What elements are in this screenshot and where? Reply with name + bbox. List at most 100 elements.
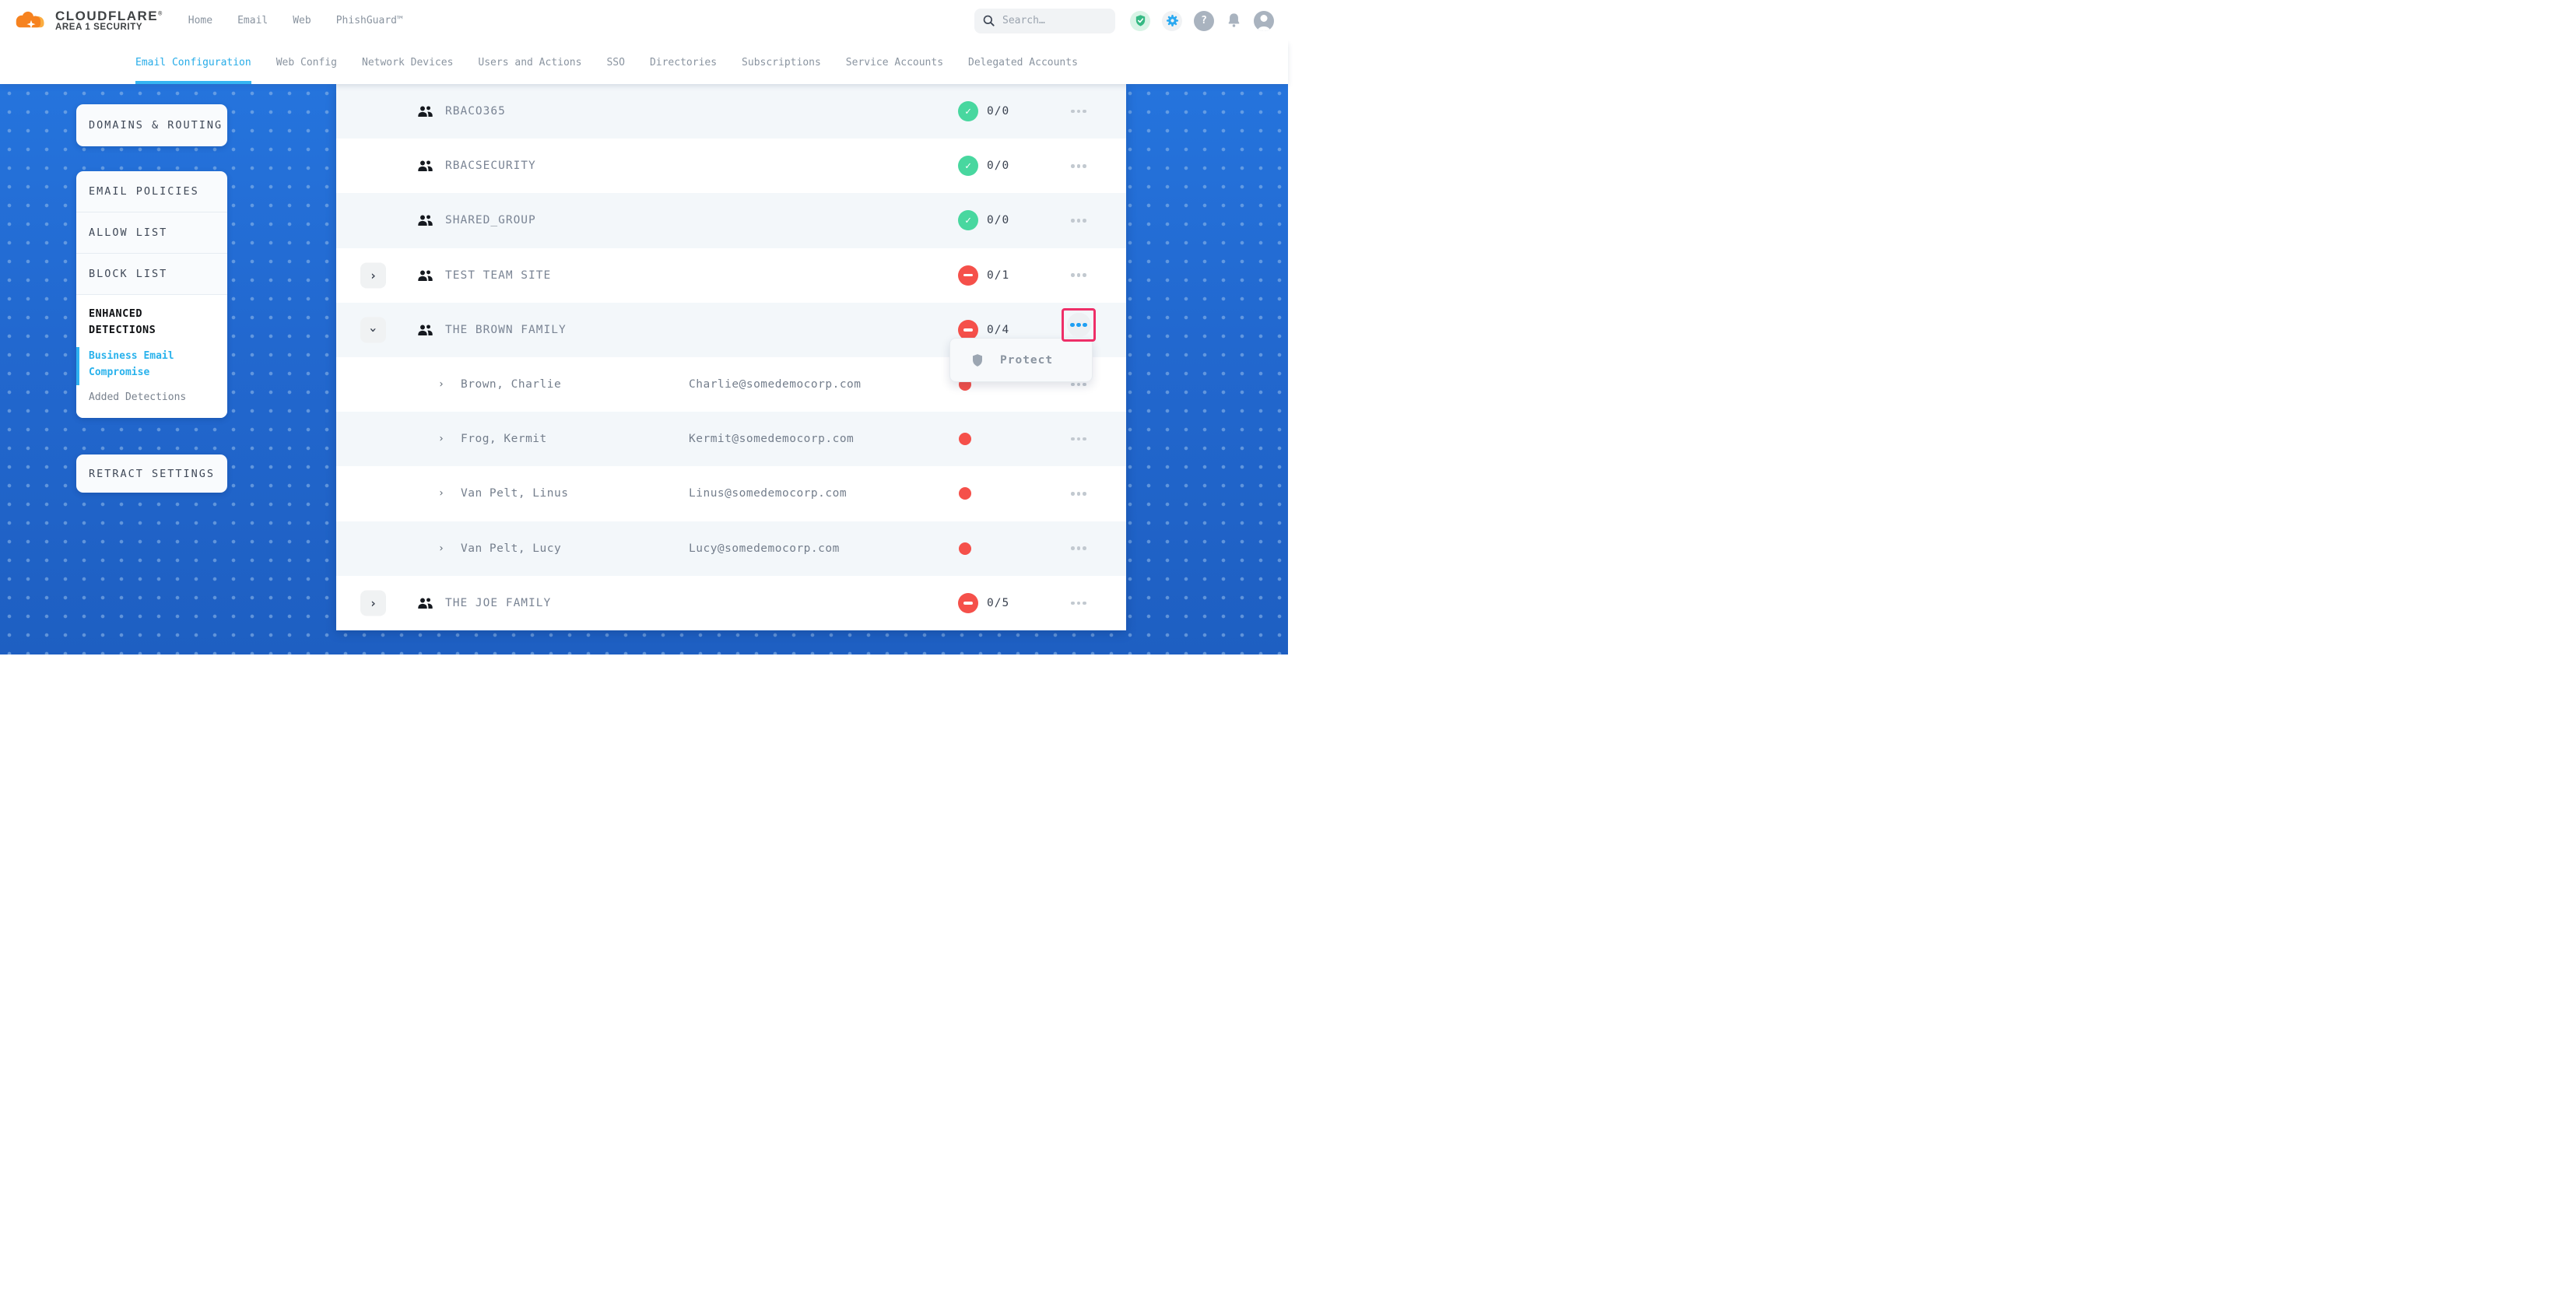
member-email: Charlie@somedemocorp.com — [689, 378, 862, 391]
group-name: RBACO365 — [445, 105, 506, 118]
tab-subscriptions[interactable]: Subscriptions — [742, 41, 821, 84]
sidebar-item-retract-settings[interactable]: RETRACT SETTINGS — [76, 454, 227, 493]
brand-subtitle: AREA 1 SECURITY — [55, 23, 163, 32]
group-name: THE JOE FAMILY — [445, 597, 551, 609]
chevron-right-icon: › — [370, 595, 377, 610]
enhanced-detections-title[interactable]: ENHANCED DETECTIONS — [89, 306, 190, 339]
search-box[interactable] — [974, 9, 1115, 33]
collapse-row-button[interactable]: › — [360, 317, 386, 342]
row-actions-button[interactable] — [1066, 591, 1091, 616]
tab-web-config[interactable]: Web Config — [276, 41, 337, 84]
tab-network-devices[interactable]: Network Devices — [362, 41, 453, 84]
settings-tab-bar: Email Configuration Web Config Network D… — [0, 41, 1288, 84]
nav-home[interactable]: Home — [188, 15, 212, 26]
tab-email-configuration[interactable]: Email Configuration — [135, 41, 251, 84]
status-protected-badge: ✓ — [958, 156, 978, 176]
sidebar-item-email-policies[interactable]: EMAIL POLICIES — [76, 171, 227, 212]
group-icon — [417, 268, 433, 282]
tab-users-and-actions[interactable]: Users and Actions — [478, 41, 581, 84]
search-icon — [982, 14, 995, 27]
chevron-right-icon: › — [438, 433, 444, 445]
tab-delegated-accounts[interactable]: Delegated Accounts — [968, 41, 1078, 84]
group-icon — [417, 214, 433, 227]
table-row: RBACSECURITY ✓ 0/0 — [336, 139, 1126, 193]
gear-icon[interactable] — [1162, 11, 1182, 31]
cloudflare-logo[interactable]: CLOUDFLARE® AREA 1 SECURITY — [14, 9, 163, 33]
tab-directories[interactable]: Directories — [650, 41, 717, 84]
protected-count: 0/0 — [987, 214, 1009, 226]
help-icon[interactable]: ? — [1194, 11, 1214, 31]
sidebar-item-block-list[interactable]: BLOCK LIST — [76, 254, 227, 295]
sidebar-policies-card: EMAIL POLICIES ALLOW LIST BLOCK LIST ENH… — [76, 171, 227, 418]
table-row: › TEST TEAM SITE 0/1 — [336, 248, 1126, 303]
sidebar-item-allow-list[interactable]: ALLOW LIST — [76, 212, 227, 254]
menu-item-protect[interactable]: Protect — [1000, 354, 1053, 367]
chevron-right-icon: › — [438, 542, 444, 554]
chevron-down-icon: › — [366, 326, 381, 334]
row-actions-button[interactable] — [1066, 481, 1091, 506]
status-unprotected-dot — [959, 542, 971, 555]
group-name: SHARED_GROUP — [445, 214, 536, 226]
bell-icon[interactable] — [1226, 12, 1242, 30]
status-protected-badge: ✓ — [958, 101, 978, 121]
group-name: RBACSECURITY — [445, 160, 536, 172]
active-indicator-bar — [76, 347, 79, 385]
check-icon: ✓ — [965, 106, 971, 118]
nav-web[interactable]: Web — [293, 15, 311, 26]
row-actions-button[interactable] — [1066, 99, 1091, 124]
row-actions-button-active[interactable] — [1067, 313, 1091, 337]
member-name: Van Pelt, Linus — [461, 487, 568, 500]
expand-row-button[interactable]: › — [360, 590, 386, 616]
table-row: SHARED_GROUP ✓ 0/0 — [336, 193, 1126, 247]
shield-check-icon[interactable] — [1130, 11, 1150, 31]
protected-count: 0/0 — [987, 160, 1009, 172]
brand-title: CLOUDFLARE® — [55, 9, 163, 23]
primary-nav: Home Email Web PhishGuard™ — [188, 15, 403, 26]
table-row: › Van Pelt, Linus Linus@somedemocorp.com — [336, 466, 1126, 521]
member-email: Lucy@somedemocorp.com — [689, 542, 840, 555]
group-icon — [417, 105, 433, 118]
nav-phishguard[interactable]: PhishGuard™ — [336, 15, 403, 26]
chevron-right-icon: › — [438, 379, 444, 391]
sidebar-item-domains-routing[interactable]: DOMAINS & ROUTING — [76, 104, 227, 146]
group-name: TEST TEAM SITE — [445, 269, 551, 282]
expand-row-button[interactable]: › — [360, 262, 386, 288]
main-area: DOMAINS & ROUTING EMAIL POLICIES ALLOW L… — [0, 84, 1288, 654]
group-icon — [417, 596, 433, 609]
table-row: › Frog, Kermit Kermit@somedemocorp.com — [336, 412, 1126, 466]
status-unprotected-badge — [958, 320, 978, 340]
search-input[interactable] — [1002, 15, 1096, 26]
check-icon: ✓ — [965, 160, 971, 172]
row-actions-button[interactable] — [1066, 263, 1091, 288]
status-unprotected-dot — [959, 487, 971, 500]
status-unprotected-badge — [958, 265, 978, 286]
sidebar-item-added-detections[interactable]: Added Detections — [89, 389, 215, 405]
protected-count: 0/4 — [987, 324, 1009, 336]
member-email: Kermit@somedemocorp.com — [689, 433, 854, 445]
chevron-right-icon: › — [438, 488, 444, 500]
group-name: THE BROWN FAMILY — [445, 324, 567, 336]
status-protected-badge: ✓ — [958, 210, 978, 230]
row-actions-button[interactable] — [1066, 153, 1091, 178]
tab-sso[interactable]: SSO — [606, 41, 624, 84]
shield-icon — [970, 353, 984, 368]
sidebar-item-business-email-compromise[interactable]: Business Email Compromise — [89, 348, 198, 381]
row-actions-button[interactable] — [1066, 208, 1091, 233]
protected-count: 0/0 — [987, 105, 1009, 118]
header-icons: ? — [1130, 11, 1274, 31]
table-row: › THE JOE FAMILY 0/5 — [336, 576, 1126, 630]
protected-count: 0/5 — [987, 597, 1009, 609]
highlight-annotation-box — [1062, 308, 1096, 342]
user-icon[interactable] — [1254, 11, 1274, 31]
nav-email[interactable]: Email — [237, 15, 268, 26]
minus-icon — [963, 274, 973, 277]
cloudflare-cloud-icon — [14, 9, 48, 33]
check-icon: ✓ — [965, 215, 971, 226]
row-actions-button[interactable] — [1066, 426, 1091, 451]
tab-service-accounts[interactable]: Service Accounts — [846, 41, 943, 84]
minus-icon — [963, 602, 973, 605]
chevron-right-icon: › — [370, 268, 377, 283]
row-actions-button[interactable] — [1066, 536, 1091, 561]
status-unprotected-badge — [958, 593, 978, 613]
member-name: Frog, Kermit — [461, 433, 547, 445]
